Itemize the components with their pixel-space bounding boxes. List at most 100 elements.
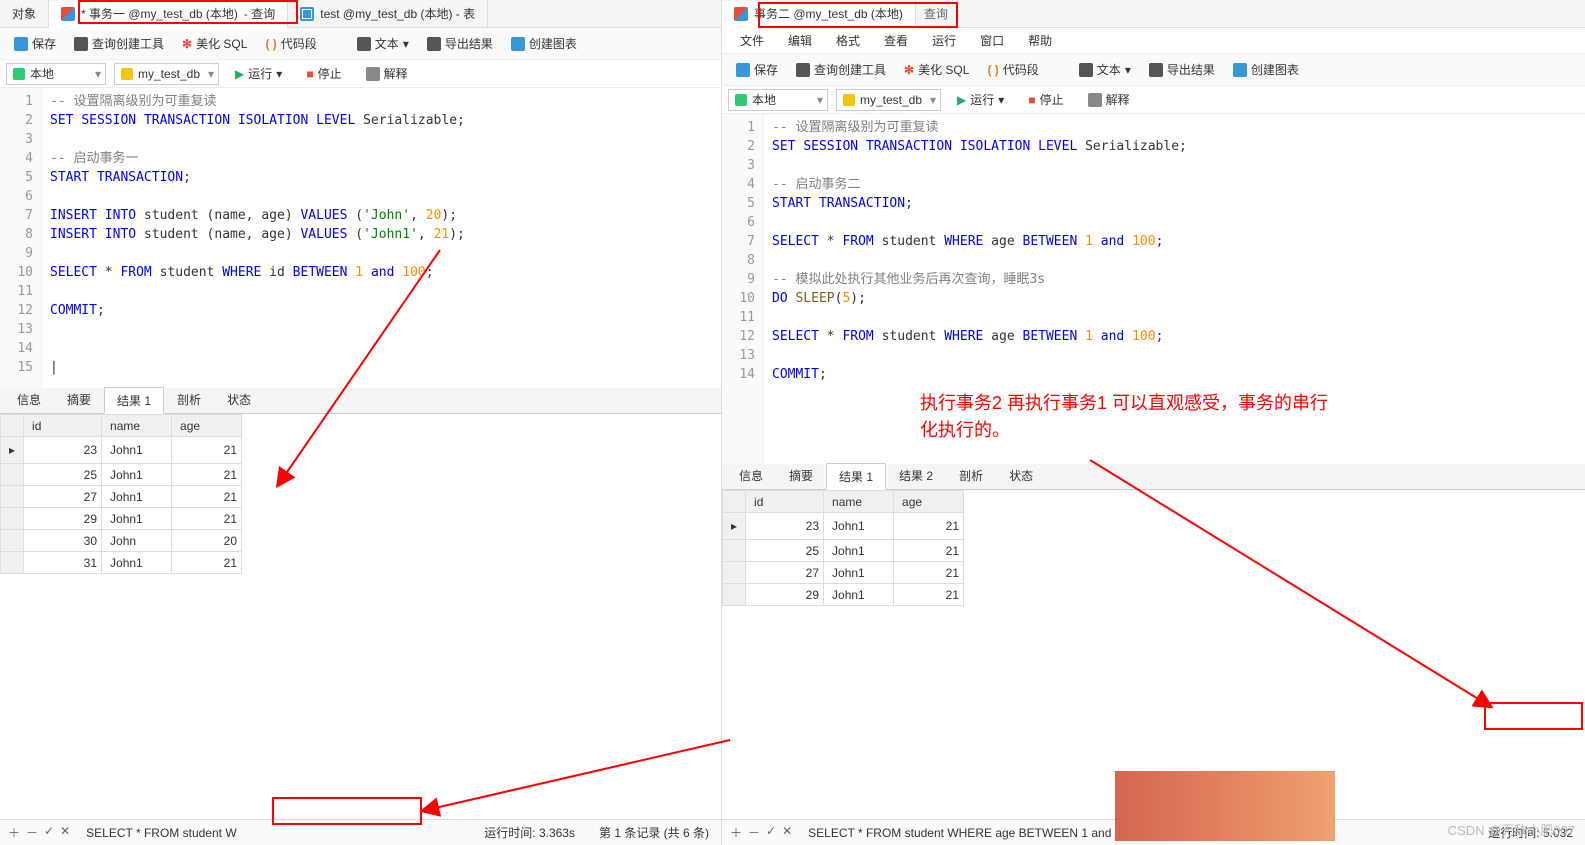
right-result-tabs: 信息 摘要 结果 1 结果 2 剖析 状态 bbox=[722, 464, 1585, 490]
rtab-result1[interactable]: 结果 1 bbox=[104, 387, 164, 414]
code-area[interactable]: -- 设置隔离级别为可重复读 SET SESSION TRANSACTION I… bbox=[764, 114, 1585, 464]
rtab-profile[interactable]: 剖析 bbox=[164, 386, 214, 413]
beautify-icon: ✻ bbox=[182, 37, 192, 51]
beautify-icon: ✻ bbox=[904, 63, 914, 77]
export-button[interactable]: 导出结果 bbox=[419, 33, 501, 54]
text-button[interactable]: 文本▾ bbox=[1071, 59, 1139, 80]
left-tabbar: 对象 * 事务一 @my_test_db (本地) - 查询 test @my_… bbox=[0, 0, 721, 28]
table-row[interactable]: 27John121 bbox=[723, 562, 964, 584]
export-icon bbox=[427, 37, 441, 51]
save-icon bbox=[14, 37, 28, 51]
line-gutter: 123456789101112131415 bbox=[0, 88, 42, 388]
chart-button[interactable]: 创建图表 bbox=[503, 33, 585, 54]
record-controls: ＋ － ✓ ✕ bbox=[0, 824, 78, 841]
rtab-status[interactable]: 状态 bbox=[214, 386, 264, 413]
left-status: ＋ － ✓ ✕ SELECT * FROM student W 运行时间: 3.… bbox=[0, 819, 721, 845]
del-row-button[interactable]: － bbox=[26, 824, 38, 841]
menu-file[interactable]: 文件 bbox=[730, 32, 774, 49]
del-row-button[interactable]: － bbox=[748, 824, 760, 841]
right-toolbar: 保存 查询创建工具 ✻美化 SQL ( )代码段 文本▾ 导出结果 创建图表 bbox=[722, 54, 1585, 86]
rtab-summary[interactable]: 摘要 bbox=[54, 386, 104, 413]
tab-suffix: 查询 bbox=[916, 5, 956, 22]
menu-help[interactable]: 帮助 bbox=[1018, 32, 1062, 49]
database-select[interactable]: my_test_db bbox=[114, 63, 219, 85]
snippet-button[interactable]: ( )代码段 bbox=[979, 59, 1046, 80]
rtab-status[interactable]: 状态 bbox=[996, 462, 1046, 489]
rtab-result1[interactable]: 结果 1 bbox=[826, 463, 886, 490]
tab-tx1[interactable]: * 事务一 @my_test_db (本地) - 查询 bbox=[49, 1, 288, 28]
ok-button[interactable]: ✓ bbox=[44, 824, 54, 841]
save-icon bbox=[736, 63, 750, 77]
menu-view[interactable]: 查看 bbox=[874, 32, 918, 49]
tab-suffix: - 查询 bbox=[244, 5, 275, 22]
table-row[interactable]: 23John121 bbox=[1, 437, 242, 464]
snippet-icon: ( ) bbox=[987, 63, 998, 77]
query-tool-icon bbox=[796, 63, 810, 77]
table-row[interactable]: 30John20 bbox=[1, 530, 242, 552]
connection-select[interactable]: 本地 bbox=[6, 63, 106, 85]
tab-label: * 事务一 @my_test_db (本地) bbox=[81, 5, 238, 22]
table-row[interactable]: 23John121 bbox=[723, 513, 964, 540]
snippet-button[interactable]: ( )代码段 bbox=[257, 33, 324, 54]
right-grid[interactable]: idnameage23John12125John12127John12129Jo… bbox=[722, 490, 1585, 819]
table-row[interactable]: 27John121 bbox=[1, 486, 242, 508]
query-builder-button[interactable]: 查询创建工具 bbox=[788, 59, 894, 80]
cancel-button[interactable]: ✕ bbox=[60, 824, 70, 841]
record-controls: ＋ － ✓ ✕ bbox=[722, 824, 800, 841]
conn-icon bbox=[735, 94, 747, 106]
tab-objects[interactable]: 对象 bbox=[0, 0, 49, 27]
cancel-button[interactable]: ✕ bbox=[782, 824, 792, 841]
menu-run[interactable]: 运行 bbox=[922, 32, 966, 49]
code-area[interactable]: -- 设置隔离级别为可重复读 SET SESSION TRANSACTION I… bbox=[42, 88, 721, 388]
add-row-button[interactable]: ＋ bbox=[8, 824, 20, 841]
left-result-tabs: 信息 摘要 结果 1 剖析 状态 bbox=[0, 388, 721, 414]
table-row[interactable]: 29John121 bbox=[723, 584, 964, 606]
ok-button[interactable]: ✓ bbox=[766, 824, 776, 841]
table-row[interactable]: 31John121 bbox=[1, 552, 242, 574]
rtab-info[interactable]: 信息 bbox=[726, 462, 776, 489]
table-row[interactable]: 29John121 bbox=[1, 508, 242, 530]
status-runtime: 运行时间: 3.363s bbox=[472, 824, 587, 841]
tab-test-table[interactable]: test @my_test_db (本地) - 表 bbox=[288, 0, 488, 27]
line-gutter: 1234567891011121314 bbox=[722, 114, 764, 464]
text-icon bbox=[357, 37, 371, 51]
menu-format[interactable]: 格式 bbox=[826, 32, 870, 49]
left-grid[interactable]: idnameage23John12125John12127John12129Jo… bbox=[0, 414, 721, 819]
database-select[interactable]: my_test_db bbox=[836, 89, 941, 111]
rtab-info[interactable]: 信息 bbox=[4, 386, 54, 413]
rtab-result2[interactable]: 结果 2 bbox=[886, 462, 946, 489]
menu-window[interactable]: 窗口 bbox=[970, 32, 1014, 49]
right-pane: 事务二 @my_test_db (本地) 查询 文件 编辑 格式 查看 运行 窗… bbox=[722, 0, 1585, 845]
watermark: CSDN @无敌小肥007 bbox=[1448, 820, 1575, 839]
explain-button[interactable]: 解释 bbox=[358, 63, 416, 84]
left-connection-row: 本地 my_test_db ▶运行▾ ■停止 解释 bbox=[0, 60, 721, 88]
left-pane: 对象 * 事务一 @my_test_db (本地) - 查询 test @my_… bbox=[0, 0, 722, 845]
menu-edit[interactable]: 编辑 bbox=[778, 32, 822, 49]
stop-button[interactable]: ■停止 bbox=[298, 63, 349, 84]
query-builder-button[interactable]: 查询创建工具 bbox=[66, 33, 172, 54]
add-row-button[interactable]: ＋ bbox=[730, 824, 742, 841]
tab-tx2[interactable]: 事务二 @my_test_db (本地) bbox=[722, 1, 916, 28]
beautify-button[interactable]: ✻美化 SQL bbox=[896, 59, 977, 80]
tab-label: test @my_test_db (本地) - 表 bbox=[320, 5, 475, 22]
stop-icon: ■ bbox=[306, 67, 313, 81]
explain-button[interactable]: 解释 bbox=[1080, 89, 1138, 110]
left-editor[interactable]: 123456789101112131415 -- 设置隔离级别为可重复读 SET… bbox=[0, 88, 721, 388]
rtab-summary[interactable]: 摘要 bbox=[776, 462, 826, 489]
connection-select[interactable]: 本地 bbox=[728, 89, 828, 111]
run-button[interactable]: ▶运行▾ bbox=[949, 89, 1012, 110]
text-button[interactable]: 文本▾ bbox=[349, 33, 417, 54]
chart-icon bbox=[511, 37, 525, 51]
save-button[interactable]: 保存 bbox=[728, 59, 786, 80]
right-editor[interactable]: 1234567891011121314 -- 设置隔离级别为可重复读 SET S… bbox=[722, 114, 1585, 464]
table-row[interactable]: 25John121 bbox=[723, 540, 964, 562]
stop-button[interactable]: ■停止 bbox=[1020, 89, 1071, 110]
chart-button[interactable]: 创建图表 bbox=[1225, 59, 1307, 80]
rtab-profile[interactable]: 剖析 bbox=[946, 462, 996, 489]
table-row[interactable]: 25John121 bbox=[1, 464, 242, 486]
run-button[interactable]: ▶运行▾ bbox=[227, 63, 290, 84]
beautify-button[interactable]: ✻美化 SQL bbox=[174, 33, 255, 54]
save-button[interactable]: 保存 bbox=[6, 33, 64, 54]
export-button[interactable]: 导出结果 bbox=[1141, 59, 1223, 80]
right-tabbar: 事务二 @my_test_db (本地) 查询 bbox=[722, 0, 1585, 28]
